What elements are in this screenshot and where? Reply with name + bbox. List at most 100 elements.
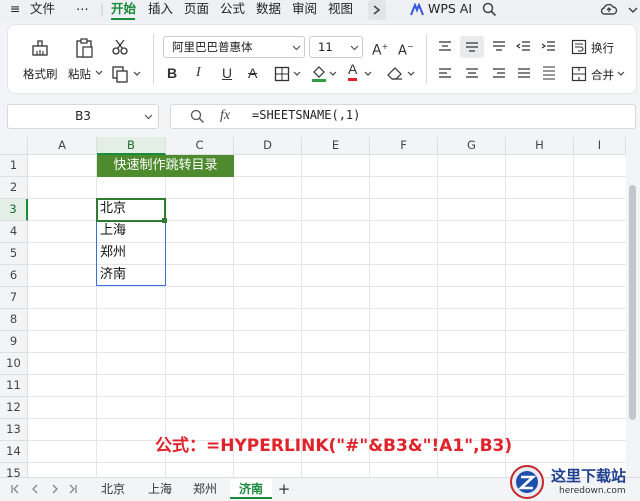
column-header-g[interactable]: G — [438, 137, 506, 155]
next-sheet-icon[interactable] — [50, 484, 60, 494]
tab-data[interactable]: 数据 — [256, 0, 281, 20]
merge-dropdown-icon[interactable] — [617, 71, 625, 77]
clear-dropdown-icon[interactable] — [407, 71, 415, 77]
row-header-2[interactable]: 2 — [0, 177, 28, 199]
row-header-11[interactable]: 11 — [0, 375, 28, 397]
increase-indent-icon[interactable] — [541, 40, 557, 54]
tab-formula[interactable]: 公式 — [220, 0, 245, 20]
increase-font-size-button[interactable]: A+ — [372, 37, 388, 61]
justify-icon[interactable] — [516, 67, 532, 81]
zoom-icon[interactable] — [190, 109, 205, 124]
row-header-8[interactable]: 8 — [0, 309, 28, 331]
column-header-b[interactable]: B — [97, 137, 166, 155]
prev-sheet-icon[interactable] — [30, 484, 40, 494]
cloud-upload-icon[interactable] — [600, 1, 618, 17]
align-bottom-icon[interactable] — [491, 40, 507, 54]
merge-cells-icon[interactable] — [571, 66, 587, 82]
decrease-indent-icon[interactable] — [516, 40, 532, 54]
wrap-text-label[interactable]: 换行 — [591, 40, 614, 56]
row-header-7[interactable]: 7 — [0, 287, 28, 309]
distributed-align-icon[interactable] — [541, 65, 557, 81]
font-name-select[interactable]: 阿里巴巴普惠体 — [163, 36, 305, 58]
paste-icon[interactable] — [74, 37, 94, 59]
row-header-10[interactable]: 10 — [0, 353, 28, 375]
sheet-tab-zhengzhou[interactable]: 郑州 — [184, 479, 226, 499]
column-header-f[interactable]: F — [370, 137, 438, 155]
align-middle-button[interactable] — [460, 36, 484, 58]
cell-b1-title[interactable]: 快速制作跳转目录 — [97, 155, 234, 177]
format-painter-icon[interactable] — [30, 38, 50, 58]
sheet-tab-jinan[interactable]: 济南 — [230, 479, 272, 499]
align-left-icon[interactable] — [437, 67, 453, 81]
sheet-tab-shanghai[interactable]: 上海 — [139, 479, 181, 499]
align-right-icon[interactable] — [491, 67, 507, 81]
strikethrough-button[interactable]: A — [248, 63, 257, 83]
tab-page[interactable]: 页面 — [184, 0, 209, 20]
align-top-icon[interactable] — [437, 40, 453, 54]
format-painter-label[interactable]: 格式刷 — [23, 66, 58, 82]
column-gridline — [437, 155, 438, 477]
wrap-text-icon[interactable] — [571, 39, 587, 55]
cell-b5[interactable]: 郑州 — [97, 243, 126, 263]
font-color-dropdown-icon[interactable] — [364, 71, 372, 77]
tab-insert[interactable]: 插入 — [148, 0, 173, 20]
first-sheet-icon[interactable] — [10, 484, 20, 494]
font-color-button[interactable]: A — [348, 61, 358, 81]
row-header-13[interactable]: 13 — [0, 419, 28, 441]
name-box[interactable]: B3 — [7, 104, 159, 129]
merge-cells-label[interactable]: 合并 — [591, 67, 614, 83]
row-header-9[interactable]: 9 — [0, 331, 28, 353]
row-header-12[interactable]: 12 — [0, 397, 28, 419]
italic-button[interactable]: I — [196, 63, 201, 83]
vertical-scrollbar-thumb[interactable] — [629, 185, 636, 420]
paste-dropdown-icon[interactable] — [95, 70, 103, 76]
font-size-select[interactable]: 11 — [309, 36, 363, 58]
search-icon[interactable] — [482, 2, 497, 17]
clear-format-icon[interactable] — [386, 65, 404, 81]
row-header-6[interactable]: 6 — [0, 265, 28, 287]
tab-home[interactable]: 开始 — [111, 0, 136, 20]
tabs-scroll-right-button[interactable] — [368, 0, 386, 20]
cell-b4[interactable]: 上海 — [97, 221, 126, 241]
row-header-1[interactable]: 1 — [0, 155, 28, 177]
menu-file[interactable]: 文件 — [30, 0, 55, 20]
column-header-d[interactable]: D — [234, 137, 302, 155]
cell-b6[interactable]: 济南 — [97, 265, 126, 285]
copy-icon[interactable] — [111, 65, 129, 83]
spreadsheet-grid[interactable] — [0, 137, 626, 477]
column-header-h[interactable]: H — [506, 137, 574, 155]
formula-input[interactable] — [170, 104, 636, 129]
tab-view[interactable]: 视图 — [328, 0, 353, 20]
tab-review[interactable]: 审阅 — [292, 0, 317, 20]
function-icon[interactable]: fx — [220, 108, 230, 124]
column-header-c[interactable]: C — [166, 137, 234, 155]
column-header-a[interactable]: A — [28, 137, 97, 155]
row-header-5[interactable]: 5 — [0, 243, 28, 265]
hamburger-menu-icon[interactable]: ≡ — [10, 0, 20, 20]
align-center-icon[interactable] — [464, 67, 480, 81]
fill-color-icon[interactable] — [311, 64, 327, 82]
chevron-down-icon[interactable] — [628, 5, 638, 15]
cut-icon[interactable] — [111, 38, 129, 56]
add-sheet-button[interactable]: + — [275, 479, 293, 499]
column-header-e[interactable]: E — [302, 137, 370, 155]
more-icon[interactable]: ⋯ — [76, 0, 89, 20]
bold-button[interactable]: B — [167, 63, 177, 83]
column-header-i[interactable]: I — [574, 137, 626, 155]
row-header-14[interactable]: 14 — [0, 441, 28, 463]
sheet-tab-beijing[interactable]: 北京 — [92, 479, 134, 499]
copy-dropdown-icon[interactable] — [133, 71, 141, 77]
row-header-3[interactable]: 3 — [0, 199, 28, 221]
row-header-4[interactable]: 4 — [0, 221, 28, 243]
decrease-font-size-button[interactable]: A− — [398, 37, 414, 61]
fill-handle[interactable] — [162, 218, 167, 223]
paste-label[interactable]: 粘贴 — [68, 66, 91, 82]
last-sheet-icon[interactable] — [68, 484, 78, 494]
column-gridline — [369, 155, 370, 477]
fill-color-dropdown-icon[interactable] — [329, 71, 337, 77]
select-all-corner[interactable] — [0, 137, 28, 155]
borders-icon[interactable] — [274, 66, 290, 82]
underline-button[interactable]: U — [222, 63, 232, 83]
borders-dropdown-icon[interactable] — [293, 71, 301, 77]
wps-ai-button[interactable]: WPS AI — [428, 0, 472, 20]
